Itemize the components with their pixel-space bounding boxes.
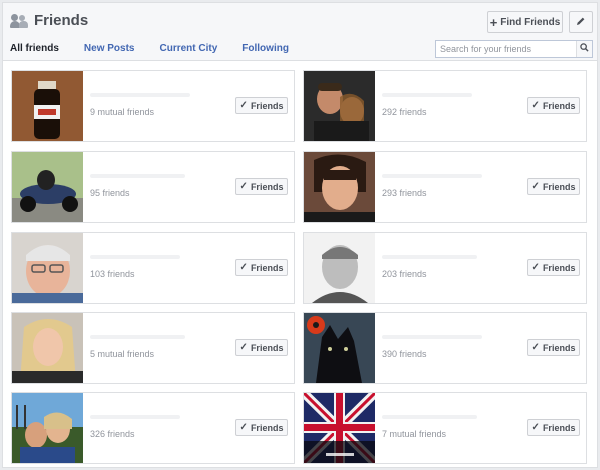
- check-icon: ✓: [239, 422, 248, 433]
- check-icon: ✓: [239, 342, 248, 353]
- plus-icon: +: [489, 14, 498, 30]
- friend-card: 326 friends ✓ Friends: [11, 392, 295, 464]
- title-row: Friends: [10, 12, 88, 29]
- friend-card: 203 friends ✓ Friends: [303, 232, 587, 304]
- friend-card: 5 mutual friends ✓ Friends: [11, 312, 295, 384]
- friend-card: 390 friends ✓ Friends: [303, 312, 587, 384]
- friend-card: 9 mutual friends ✓ Friends: [11, 70, 295, 142]
- friend-photo[interactable]: [304, 313, 375, 383]
- friend-subtext: 292 friends: [382, 107, 427, 117]
- friend-name-redacted: [382, 415, 482, 423]
- search-input[interactable]: [436, 41, 574, 57]
- friend-card: 95 friends ✓ Friends: [11, 151, 295, 223]
- friend-card: 292 friends ✓ Friends: [303, 70, 587, 142]
- edit-button[interactable]: [569, 11, 593, 33]
- friend-subtext: 293 friends: [382, 188, 427, 198]
- tab-following[interactable]: Following: [242, 43, 289, 54]
- friend-photo[interactable]: [12, 233, 83, 303]
- friends-button-label: Friends: [542, 342, 576, 353]
- friend-name-redacted: [382, 335, 482, 343]
- check-icon: ✓: [531, 342, 540, 353]
- friend-name-redacted: [90, 255, 190, 263]
- friend-name-redacted: [90, 415, 190, 423]
- search-icon: [580, 43, 589, 55]
- friends-people-icon: [10, 13, 28, 29]
- friend-card: 293 friends ✓ Friends: [303, 151, 587, 223]
- friend-subtext: 103 friends: [90, 269, 135, 279]
- friends-button-label: Friends: [542, 422, 576, 433]
- friends-button-label: Friends: [542, 181, 576, 192]
- find-friends-label: Find Friends: [500, 16, 561, 28]
- friend-subtext: 390 friends: [382, 349, 427, 359]
- friend-name-redacted: [90, 93, 190, 101]
- friends-button-label: Friends: [250, 422, 284, 433]
- check-icon: ✓: [239, 262, 248, 273]
- friends-status-button[interactable]: ✓ Friends: [235, 339, 288, 356]
- friends-status-button[interactable]: ✓ Friends: [235, 259, 288, 276]
- friends-status-button[interactable]: ✓ Friends: [527, 419, 580, 436]
- friend-photo[interactable]: [12, 71, 83, 141]
- friend-subtext: 203 friends: [382, 269, 427, 279]
- friends-status-button[interactable]: ✓ Friends: [527, 97, 580, 114]
- find-friends-button[interactable]: + Find Friends: [487, 11, 563, 33]
- friends-status-button[interactable]: ✓ Friends: [527, 259, 580, 276]
- friends-status-button[interactable]: ✓ Friends: [527, 178, 580, 195]
- check-icon: ✓: [531, 181, 540, 192]
- friends-button-label: Friends: [250, 262, 284, 273]
- friend-name-redacted: [382, 93, 482, 101]
- friends-tabs: All friends New Posts Current City Follo…: [10, 43, 314, 54]
- friend-photo[interactable]: [304, 233, 375, 303]
- check-icon: ✓: [531, 262, 540, 273]
- page-title: Friends: [34, 12, 89, 29]
- tab-current-city[interactable]: Current City: [159, 43, 217, 54]
- friend-subtext: 95 friends: [90, 188, 130, 198]
- friends-button-label: Friends: [250, 342, 284, 353]
- check-icon: ✓: [239, 100, 248, 111]
- check-icon: ✓: [239, 181, 248, 192]
- friend-photo[interactable]: [12, 393, 83, 463]
- friend-photo[interactable]: [304, 152, 375, 222]
- friends-button-label: Friends: [542, 100, 576, 111]
- tab-all-friends[interactable]: All friends: [10, 43, 59, 54]
- friend-subtext: 5 mutual friends: [90, 349, 155, 359]
- friend-card: 7 mutual friends ✓ Friends: [303, 392, 587, 464]
- friends-status-button[interactable]: ✓ Friends: [235, 178, 288, 195]
- friends-status-button[interactable]: ✓ Friends: [235, 419, 288, 436]
- friend-photo[interactable]: [12, 152, 83, 222]
- friend-name-redacted: [90, 335, 190, 343]
- friend-photo[interactable]: [304, 393, 375, 463]
- friends-status-button[interactable]: ✓ Friends: [527, 339, 580, 356]
- friends-button-label: Friends: [250, 181, 284, 192]
- check-icon: ✓: [531, 100, 540, 111]
- friend-card: 103 friends ✓ Friends: [11, 232, 295, 304]
- friend-subtext: 326 friends: [90, 429, 135, 439]
- friend-photo[interactable]: [304, 71, 375, 141]
- tab-new-posts[interactable]: New Posts: [84, 43, 135, 54]
- friend-name-redacted: [382, 174, 482, 182]
- search-button[interactable]: [576, 41, 592, 57]
- friends-status-button[interactable]: ✓ Friends: [235, 97, 288, 114]
- friends-button-label: Friends: [542, 262, 576, 273]
- friends-button-label: Friends: [250, 100, 284, 111]
- friend-subtext: 9 mutual friends: [90, 107, 155, 117]
- friend-name-redacted: [90, 174, 190, 182]
- friend-subtext: 7 mutual friends: [382, 429, 447, 439]
- friends-header: Friends + Find Friends All friends New P…: [3, 3, 597, 61]
- friends-panel: Friends + Find Friends All friends New P…: [2, 2, 598, 468]
- pencil-icon: [576, 16, 586, 29]
- check-icon: ✓: [531, 422, 540, 433]
- friend-photo[interactable]: [12, 313, 83, 383]
- friend-name-redacted: [382, 255, 482, 263]
- friends-search: [435, 40, 593, 58]
